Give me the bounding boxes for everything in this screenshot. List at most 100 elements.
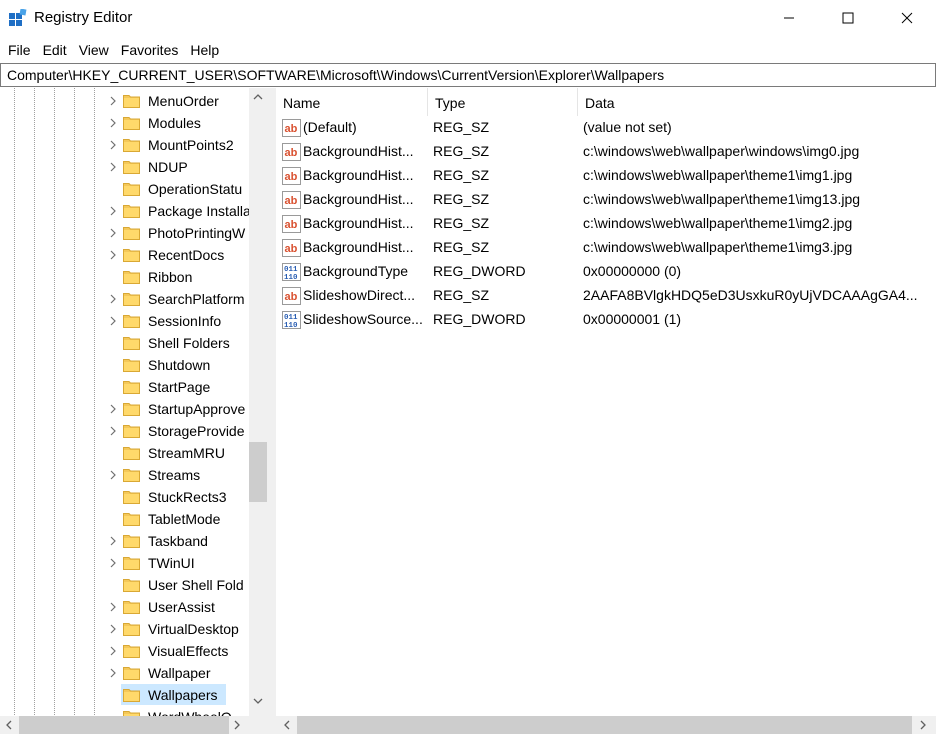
window-title: Registry Editor [34, 9, 133, 26]
tree-item[interactable]: Wallpapers [0, 684, 248, 706]
chevron-right-icon [234, 720, 240, 730]
svg-text:110: 110 [284, 274, 298, 281]
tree-item[interactable]: VirtualDesktop [0, 618, 248, 640]
tree-scroll-left-button[interactable] [0, 716, 18, 734]
address-bar[interactable]: Computer\HKEY_CURRENT_USER\SOFTWARE\Micr… [0, 63, 936, 87]
value-name: BackgroundHist... [303, 191, 414, 207]
tree-item[interactable]: WordWheelQ [0, 706, 248, 716]
chevron-right-icon[interactable] [108, 602, 118, 612]
values-scroll-left-button[interactable] [278, 716, 296, 734]
tree-item[interactable]: Wallpaper [0, 662, 248, 684]
tree-item[interactable]: StartPage [0, 376, 248, 398]
chevron-right-icon[interactable] [108, 206, 118, 216]
tree-item[interactable]: Shell Folders [0, 332, 248, 354]
value-row[interactable]: ab BackgroundHist... REG_SZ c:\windows\web\… [276, 140, 936, 164]
menu-edit[interactable]: Edit [38, 39, 72, 61]
tree-item[interactable]: StreamMRU [0, 442, 248, 464]
tree-item-label: Taskband [148, 533, 208, 549]
svg-text:011: 011 [284, 266, 298, 274]
tree-vertical-scrollbar[interactable] [249, 88, 267, 716]
tree-item[interactable]: SessionInfo [0, 310, 248, 332]
value-row[interactable]: ab BackgroundHist... REG_SZ c:\windows\web\… [276, 236, 936, 260]
tree-scroll-right-button[interactable] [228, 716, 246, 734]
chevron-right-icon[interactable] [108, 294, 118, 304]
tree-scroll-up-button[interactable] [249, 88, 267, 106]
chevron-right-icon[interactable] [108, 470, 118, 480]
tree-item[interactable]: StorageProvide [0, 420, 248, 442]
tree-item[interactable]: Taskband [0, 530, 248, 552]
tree-item[interactable]: VisualEffects [0, 640, 248, 662]
chevron-right-icon[interactable] [108, 426, 118, 436]
values-list-pane[interactable]: Name Type Data ab (Default) REG_SZ (value n… [276, 88, 936, 716]
tree-horizontal-scroll-thumb[interactable] [19, 716, 229, 734]
tree-item[interactable]: Ribbon [0, 266, 248, 288]
value-row[interactable]: ab BackgroundHist... REG_SZ c:\windows\web\… [276, 188, 936, 212]
folder-icon [123, 315, 140, 328]
chevron-right-icon[interactable] [108, 624, 118, 634]
string-value-icon: ab [282, 119, 301, 137]
tree-item[interactable]: OperationStatu [0, 178, 248, 200]
menu-help[interactable]: Help [185, 39, 224, 61]
tree-item[interactable]: TabletMode [0, 508, 248, 530]
maximize-button[interactable] [825, 0, 871, 36]
value-row[interactable]: 011 110 BackgroundType REG_DWORD 0x00000000 … [276, 260, 936, 284]
chevron-right-icon[interactable] [108, 96, 118, 106]
value-row[interactable]: ab BackgroundHist... REG_SZ c:\windows\web\… [276, 164, 936, 188]
tree-item[interactable]: Streams [0, 464, 248, 486]
folder-icon [123, 689, 140, 702]
chevron-right-icon[interactable] [108, 140, 118, 150]
chevron-right-icon[interactable] [108, 118, 118, 128]
tree-item-label: TWinUI [148, 555, 195, 571]
tree-vertical-scroll-thumb[interactable] [249, 442, 267, 502]
tree-item[interactable]: User Shell Fold [0, 574, 248, 596]
menu-file[interactable]: File [3, 39, 36, 61]
value-row[interactable]: ab (Default) REG_SZ (value not set) [276, 116, 936, 140]
folder-icon [123, 161, 140, 174]
tree-item[interactable]: Package Installa [0, 200, 251, 222]
tree-item[interactable]: SearchPlatform [0, 288, 248, 310]
close-button[interactable] [884, 0, 930, 36]
tree-item[interactable]: Shutdown [0, 354, 248, 376]
chevron-right-icon[interactable] [108, 404, 118, 414]
column-header-name[interactable]: Name [276, 88, 428, 116]
chevron-down-icon [253, 698, 263, 704]
chevron-right-icon[interactable] [108, 558, 118, 568]
values-horizontal-scroll-thumb[interactable] [297, 716, 912, 734]
tree-item[interactable]: StuckRects3 [0, 486, 248, 508]
tree-item[interactable]: Modules [0, 112, 248, 134]
tree-item-label: SearchPlatform [148, 291, 245, 307]
chevron-right-icon[interactable] [108, 668, 118, 678]
chevron-right-icon[interactable] [108, 646, 118, 656]
value-row[interactable]: ab BackgroundHist... REG_SZ c:\windows\web\… [276, 212, 936, 236]
pane-splitter[interactable] [268, 88, 276, 734]
folder-icon [123, 711, 140, 716]
value-data: c:\windows\web\wallpaper\theme1\img2.jpg [583, 215, 853, 231]
column-header-type[interactable]: Type [428, 88, 578, 116]
minimize-button[interactable] [766, 0, 812, 36]
key-tree-pane[interactable]: MenuOrder Modules MountPoints2 NDUP Operatio… [0, 88, 268, 716]
tree-item[interactable]: MenuOrder [0, 90, 248, 112]
chevron-right-icon[interactable] [108, 162, 118, 172]
folder-icon [123, 447, 140, 460]
tree-scroll-down-button[interactable] [249, 692, 267, 710]
column-header-data[interactable]: Data [578, 88, 936, 116]
menu-view[interactable]: View [74, 39, 114, 61]
tree-item[interactable]: RecentDocs [0, 244, 248, 266]
tree-item[interactable]: TWinUI [0, 552, 248, 574]
tree-item[interactable]: MountPoints2 [0, 134, 248, 156]
chevron-right-icon[interactable] [108, 228, 118, 238]
chevron-right-icon[interactable] [108, 536, 118, 546]
chevron-right-icon[interactable] [108, 316, 118, 326]
tree-item[interactable]: NDUP [0, 156, 248, 178]
chevron-right-icon[interactable] [108, 250, 118, 260]
value-row[interactable]: 011 110 SlideshowSource... REG_DWORD 0x00000… [276, 308, 936, 332]
value-type: REG_SZ [433, 287, 490, 303]
menu-favorites[interactable]: Favorites [116, 39, 184, 61]
tree-item[interactable]: StartupApprove [0, 398, 248, 420]
tree-item[interactable]: PhotoPrintingW [0, 222, 248, 244]
tree-item-label: Ribbon [148, 269, 193, 285]
values-scroll-right-button[interactable] [914, 716, 932, 734]
svg-text:ab: ab [285, 123, 298, 135]
tree-item[interactable]: UserAssist [0, 596, 248, 618]
value-row[interactable]: ab SlideshowDirect... REG_SZ 2AAFA8BVlgkHDQ… [276, 284, 936, 308]
